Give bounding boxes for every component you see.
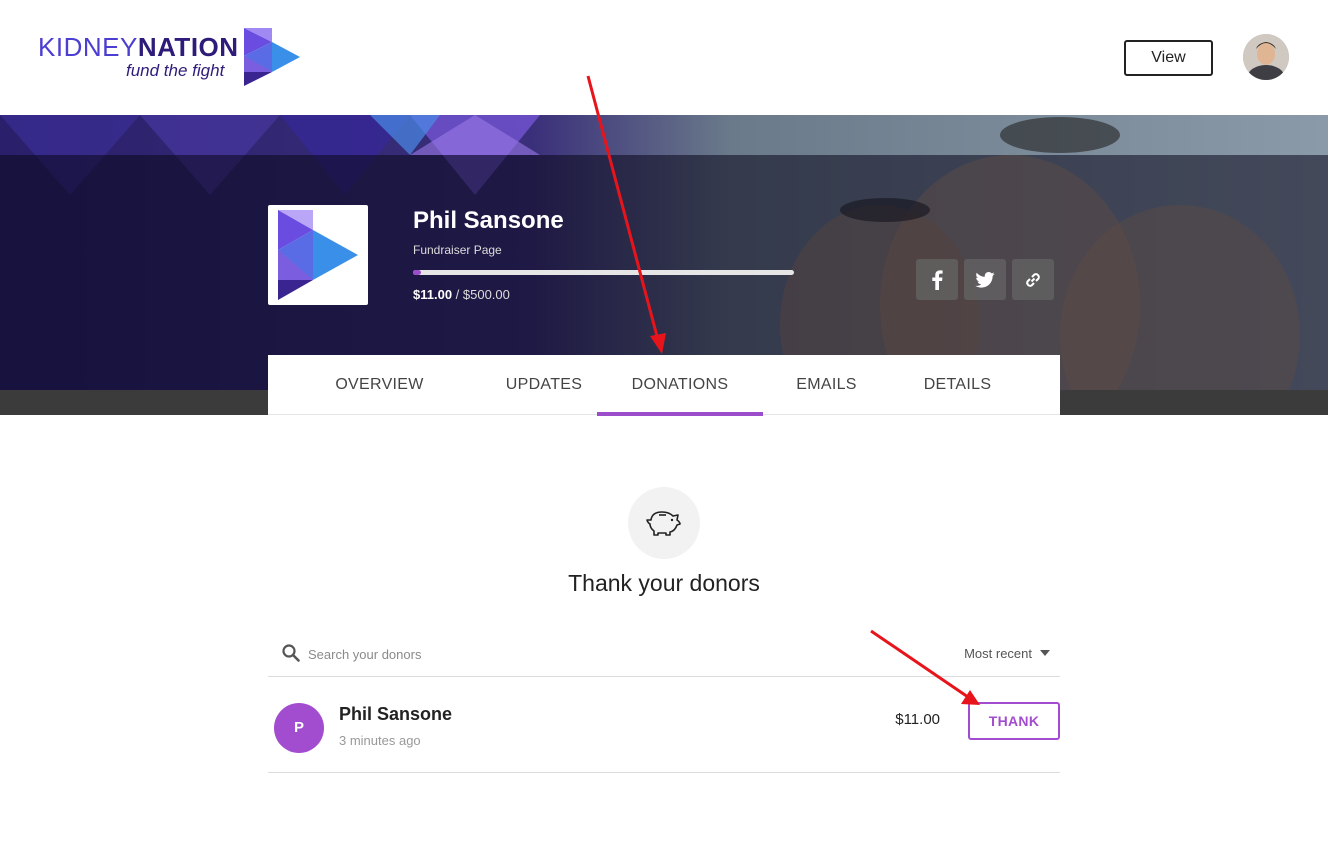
piggy-bank-badge — [628, 487, 700, 559]
facebook-share-button[interactable] — [916, 259, 958, 300]
sort-label: Most recent — [964, 646, 1032, 661]
tab-donations[interactable]: DONATIONS — [597, 355, 763, 416]
tab-overview[interactable]: OVERVIEW — [268, 355, 491, 415]
fundraiser-subtitle: Fundraiser Page — [413, 243, 502, 257]
donor-name: Phil Sansone — [339, 704, 453, 724]
view-button[interactable]: View — [1124, 40, 1213, 76]
fundraiser-amounts: $11.00 / $500.00 — [413, 287, 510, 302]
search-donors-input[interactable] — [308, 642, 808, 666]
donor-search-bar: Most recent — [268, 634, 1060, 677]
donor-avatar: P — [274, 703, 324, 753]
donation-time: 3 minutes ago — [339, 733, 421, 748]
logo-tagline: fund the fight — [126, 61, 225, 80]
facebook-icon — [932, 269, 943, 290]
tab-emails[interactable]: EMAILS — [763, 355, 890, 415]
site-header: KIDNEYNATION fund the fight View — [0, 0, 1328, 115]
amount-separator: / — [452, 287, 463, 302]
tab-updates[interactable]: UPDATES — [491, 355, 597, 415]
twitter-share-button[interactable] — [964, 259, 1006, 300]
campaign-logo — [268, 205, 368, 305]
fundraiser-tabs: OVERVIEW UPDATES DONATIONS EMAILS DETAIL… — [268, 355, 1060, 416]
fundraiser-name: Phil Sansone — [413, 207, 564, 234]
user-avatar[interactable] — [1243, 34, 1289, 80]
thank-donors-heading: Thank your donors — [568, 570, 760, 596]
piggy-bank-icon — [646, 511, 681, 536]
logo-triangle-icon — [244, 28, 300, 86]
donation-amount: $11.00 — [895, 711, 940, 728]
link-icon — [1026, 272, 1040, 287]
donor-list-item: P Phil Sansone 3 minutes ago $11.00 THAN… — [268, 677, 1060, 773]
copy-link-button[interactable] — [1012, 259, 1054, 300]
logo-wordmark: KIDNEYNATION — [38, 32, 239, 62]
thank-donor-button[interactable]: THANK — [968, 702, 1060, 740]
sort-dropdown[interactable]: Most recent — [964, 646, 1050, 661]
progress-bar — [413, 270, 794, 275]
twitter-icon — [975, 271, 995, 288]
amount-goal: $500.00 — [462, 287, 510, 302]
amount-raised: $11.00 — [413, 287, 453, 302]
tab-details[interactable]: DETAILS — [890, 355, 1025, 415]
search-icon — [282, 644, 300, 662]
progress-fill — [413, 270, 422, 275]
caret-down-icon — [1040, 650, 1050, 656]
kidney-nation-logo[interactable]: KIDNEYNATION fund the fight — [38, 28, 300, 88]
